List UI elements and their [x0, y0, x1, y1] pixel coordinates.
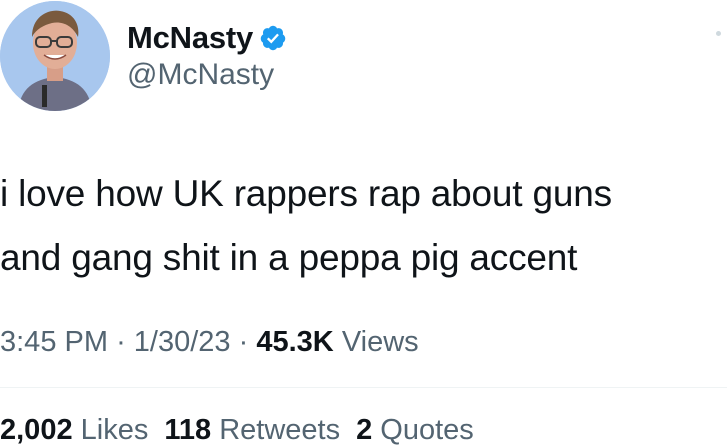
- tweet-time[interactable]: 3:45 PM: [0, 326, 108, 358]
- views-count: 45.3K: [256, 326, 334, 358]
- retweets-stat[interactable]: 118 Retweets: [164, 414, 340, 446]
- tweet-text: i love how UK rappers rap about guns and…: [0, 173, 612, 278]
- quotes-count: 2: [356, 414, 373, 446]
- author-name-row[interactable]: McNasty: [127, 20, 287, 56]
- verified-badge-icon: [260, 25, 286, 51]
- quotes-stat[interactable]: 2 Quotes: [356, 414, 474, 446]
- avatar[interactable]: [0, 1, 110, 111]
- tweet-meta: 3:45 PM · 1/30/23 · 45.3K Views: [0, 326, 419, 359]
- likes-stat[interactable]: 2,002 Likes: [0, 414, 148, 446]
- meta-separator: ·: [238, 326, 249, 358]
- quotes-label: Quotes: [380, 414, 474, 446]
- author-handle[interactable]: @McNasty: [127, 58, 274, 92]
- more-options-icon[interactable]: [716, 31, 721, 36]
- divider: [0, 387, 727, 388]
- views-label: Views: [341, 326, 419, 358]
- author-display-name[interactable]: McNasty: [127, 20, 253, 56]
- engagement-stats: 2,002 Likes 118 Retweets 2 Quotes: [0, 414, 474, 447]
- retweets-count: 118: [164, 414, 212, 446]
- likes-count: 2,002: [0, 414, 73, 446]
- likes-label: Likes: [80, 414, 149, 446]
- tweet-date[interactable]: 1/30/23: [134, 326, 231, 358]
- retweets-label: Retweets: [219, 414, 341, 446]
- meta-separator: ·: [116, 326, 126, 358]
